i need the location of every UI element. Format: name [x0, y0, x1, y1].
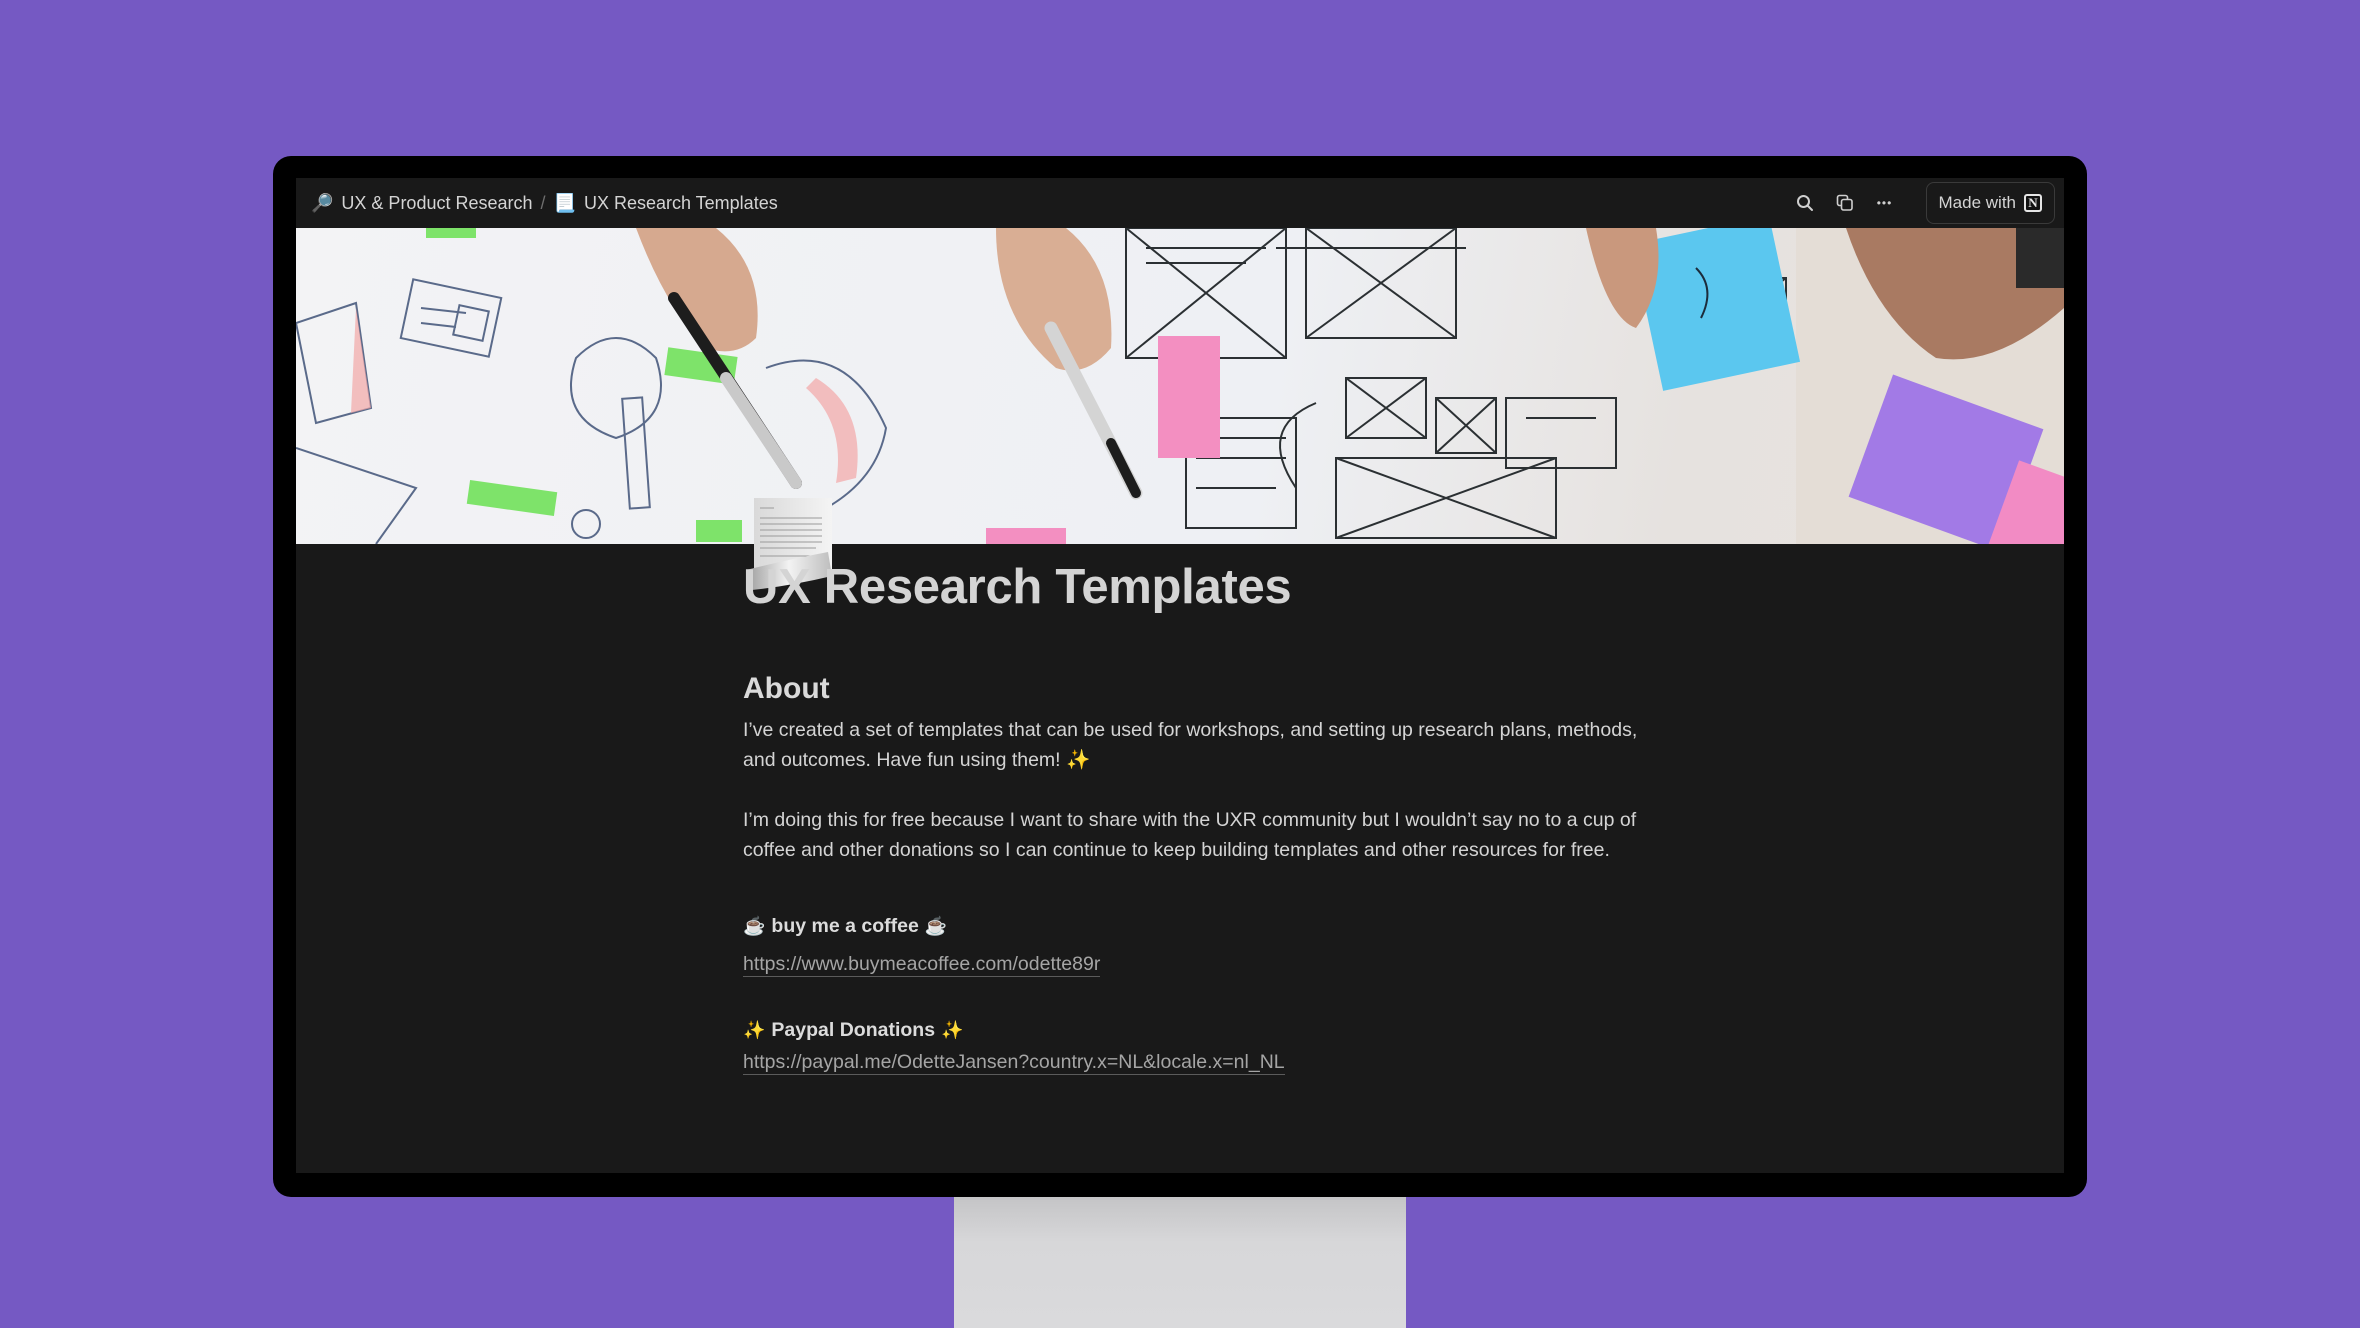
duplicate-icon — [1836, 194, 1853, 211]
notion-logo-icon: N — [2024, 194, 2042, 212]
paypal-label: Paypal Donations — [771, 1018, 936, 1041]
donation-paragraph: I’m doing this for free because I want t… — [743, 808, 1637, 861]
paypal-heading: ✨ Paypal Donations ✨ — [743, 1019, 1643, 1042]
search-icon — [1796, 195, 1813, 211]
breadcrumb-label: UX Research Templates — [583, 192, 778, 213]
breadcrumb-item-ux-research-templates[interactable]: 📃 UX Research Templates — [554, 193, 778, 214]
topbar-actions: ••• Made with N — [1794, 182, 2055, 224]
more-button[interactable]: ••• — [1874, 192, 1896, 214]
green-label — [466, 479, 558, 517]
magnifying-glass-icon: 🔎 — [311, 193, 334, 213]
buymeacoffee-link[interactable]: https://www.buymeacoffee.com/odette89r — [743, 952, 1101, 977]
sparkles-icon: ✨ — [743, 1020, 766, 1041]
sparkles-icon: ✨ — [941, 1020, 964, 1041]
about-heading: About — [743, 671, 830, 705]
intro-paragraph: I’ve created a set of templates that can… — [743, 718, 1638, 771]
page-content: UX Research Templates About I’ve created… — [743, 558, 1643, 1075]
duplicate-button[interactable] — [1834, 192, 1856, 214]
coffee-icon: ☕ — [924, 916, 948, 937]
top-bar: 🔎 UX & Product Research / 📃 UX Research … — [296, 178, 2064, 228]
made-with-label: Made with — [1938, 193, 2016, 212]
more-icon: ••• — [1876, 196, 1893, 210]
made-with-notion-button[interactable]: Made with N — [1925, 182, 2055, 224]
green-label — [696, 520, 742, 542]
cover-image — [296, 228, 2064, 544]
coffee-heading: ☕ buy me a coffee ☕ — [743, 915, 1643, 938]
breadcrumb: 🔎 UX & Product Research / 📃 UX Research … — [311, 193, 778, 214]
green-label — [426, 228, 476, 238]
notion-page: 🔎 UX & Product Research / 📃 UX Research … — [296, 178, 2064, 1173]
paypal-link[interactable]: https://paypal.me/OdetteJansen?country.x… — [743, 1050, 1285, 1075]
breadcrumb-separator: / — [540, 192, 546, 213]
cover-illustration — [296, 228, 2064, 544]
coffee-icon: ☕ — [743, 916, 766, 937]
search-button[interactable] — [1794, 192, 1816, 214]
pink-sticky-note — [1158, 336, 1220, 458]
page-title[interactable]: UX Research Templates — [743, 558, 1643, 617]
page-icon: 📃 — [553, 193, 576, 213]
monitor-stand — [954, 1196, 1406, 1328]
breadcrumb-label: UX & Product Research — [341, 192, 533, 213]
coffee-label: buy me a coffee — [771, 914, 919, 937]
breadcrumb-item-ux-product-research[interactable]: 🔎 UX & Product Research — [311, 193, 533, 214]
monitor-bezel: 🔎 UX & Product Research / 📃 UX Research … — [273, 156, 2087, 1197]
